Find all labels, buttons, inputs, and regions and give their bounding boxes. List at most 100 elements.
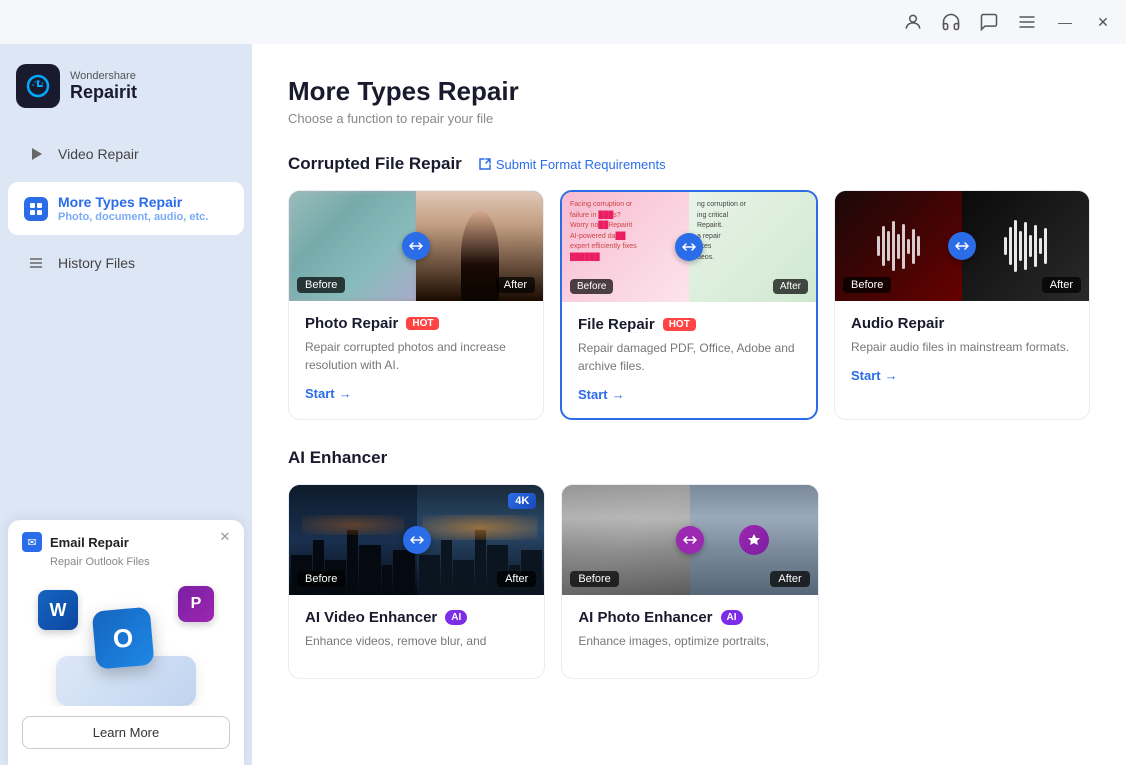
minimize-button[interactable]: — — [1054, 11, 1076, 33]
file-repair-arrow-icon: → — [612, 387, 625, 402]
ai-video-body: AI Video Enhancer AI Enhance videos, rem… — [289, 595, 544, 678]
4k-badge: 4K — [508, 493, 536, 509]
word-icon: W — [38, 590, 78, 630]
powerpoint-icon: P — [178, 586, 214, 622]
ai-photo-enhancer-card[interactable]: Before After — [561, 484, 818, 679]
file-repair-start-link[interactable]: Start → — [578, 387, 800, 402]
audio-repair-desc: Repair audio files in mainstream formats… — [851, 338, 1073, 356]
ai-photo-thumb: Before After — [562, 485, 817, 595]
learn-more-button[interactable]: Learn More — [22, 716, 230, 749]
audio-after: After — [962, 191, 1089, 301]
section-header-corrupted: Corrupted File Repair Submit Format Requ… — [288, 154, 1090, 174]
before-label: Before — [297, 277, 345, 293]
audio-repair-card[interactable]: Before — [834, 190, 1090, 420]
section-title-ai: AI Enhancer — [288, 448, 387, 468]
photo-repair-divider-icon — [402, 232, 430, 260]
sidebar-item-label: History Files — [58, 255, 135, 271]
ai-photo-body: AI Photo Enhancer AI Enhance images, opt… — [562, 595, 817, 678]
repair-cards-row: Before After — [288, 190, 1090, 420]
section-title-corrupted: Corrupted File Repair — [288, 154, 462, 174]
ai-photo-divider-icon — [676, 526, 704, 554]
ai-video-enhancer-card[interactable]: Before — [288, 484, 545, 679]
menu-icon[interactable] — [1016, 11, 1038, 33]
photo-repair-desc: Repair corrupted photos and increase res… — [305, 338, 527, 374]
promo-close-button[interactable]: ✕ — [216, 528, 234, 546]
ai-video-badge: AI — [445, 610, 467, 625]
audio-repair-start-link[interactable]: Start → — [851, 368, 1073, 383]
sidebar-item-label: Video Repair — [58, 146, 139, 162]
ai-video-thumb: Before — [289, 485, 544, 595]
ai-photo-title: AI Photo Enhancer — [578, 609, 712, 626]
history-files-icon — [24, 251, 48, 275]
file-repair-title: File Repair — [578, 316, 655, 333]
promo-title: Email Repair — [50, 535, 129, 550]
audio-repair-divider-icon — [948, 232, 976, 260]
ai-photo-badge: AI — [721, 610, 743, 625]
promo-card: ✕ ✉ Email Repair Repair Outlook Files O … — [8, 520, 244, 765]
photo-enhancer-after: After — [690, 485, 818, 595]
page-title: More Types Repair — [288, 76, 1090, 107]
chat-icon[interactable] — [978, 11, 1000, 33]
photo-repair-body: Photo Repair HOT Repair corrupted photos… — [289, 301, 543, 417]
app-body: Wondershare Repairit Video Repair — [0, 44, 1126, 765]
outlook-icon: O — [92, 607, 155, 670]
photo-repair-badge: HOT — [406, 317, 439, 330]
promo-sub: Repair Outlook Files — [22, 556, 230, 568]
audio-repair-title: Audio Repair — [851, 315, 944, 332]
file-repair-start-label: Start — [578, 387, 608, 402]
file-repair-desc: Repair damaged PDF, Office, Adobe and ar… — [578, 339, 800, 375]
after-label: After — [496, 277, 535, 293]
file-before: Facing corruption or failure in ███s? Wo… — [562, 192, 689, 302]
close-button[interactable]: ✕ — [1092, 11, 1114, 33]
submit-format-label: Submit Format Requirements — [496, 157, 666, 172]
promo-image: O W P — [22, 576, 230, 706]
video-before: Before — [289, 485, 417, 595]
ai-video-divider-icon — [403, 526, 431, 554]
file-repair-thumb: Facing corruption or failure in ███s? Wo… — [562, 192, 816, 302]
file-repair-card[interactable]: Facing corruption or failure in ███s? Wo… — [560, 190, 818, 420]
photo-before: Before — [289, 191, 416, 301]
file-repair-badge: HOT — [663, 318, 696, 331]
photo-repair-start-label: Start — [305, 386, 335, 401]
external-link-icon — [478, 157, 492, 171]
photo-repair-card[interactable]: Before After — [288, 190, 544, 420]
email-repair-icon: ✉ — [22, 532, 42, 552]
photo-after: After — [416, 191, 543, 301]
photo-enhancer-before: Before — [562, 485, 690, 595]
account-icon[interactable] — [902, 11, 924, 33]
sidebar-item-history-files[interactable]: History Files — [8, 239, 244, 287]
logo-name: Repairit — [70, 82, 137, 103]
video-repair-icon — [24, 142, 48, 166]
file-repair-divider-icon — [675, 233, 703, 261]
audio-before: Before — [835, 191, 962, 301]
logo-area: Wondershare Repairit — [0, 56, 252, 128]
sidebar-item-label: More Types Repair — [58, 194, 208, 210]
empty-col — [835, 484, 1090, 679]
submit-format-link[interactable]: Submit Format Requirements — [478, 157, 666, 172]
page-subtitle: Choose a function to repair your file — [288, 111, 1090, 126]
audio-before-label: Before — [843, 277, 891, 293]
app-logo-icon — [16, 64, 60, 108]
logo-text: Wondershare Repairit — [70, 70, 137, 103]
sidebar-item-video-repair[interactable]: Video Repair — [8, 130, 244, 178]
photo-repair-thumb: Before After — [289, 191, 543, 301]
ai-photo-center-icon — [739, 525, 769, 555]
photo-repair-arrow-icon: → — [339, 386, 352, 401]
audio-repair-arrow-icon: → — [885, 368, 898, 383]
photo-repair-title: Photo Repair — [305, 315, 398, 332]
audio-repair-start-label: Start — [851, 368, 881, 383]
sidebar-item-sub: Photo, document, audio, etc. — [58, 211, 208, 223]
titlebar: — ✕ — [0, 0, 1126, 44]
audio-after-label: After — [1042, 277, 1081, 293]
sidebar-item-more-types-repair[interactable]: More Types Repair Photo, document, audio… — [8, 182, 244, 235]
file-after: ng corruption or ing critical Repairit. … — [689, 192, 816, 302]
photo-repair-start-link[interactable]: Start → — [305, 386, 527, 401]
logo-brand: Wondershare — [70, 70, 137, 82]
ai-cards-row: Before — [288, 484, 1090, 679]
audio-repair-body: Audio Repair Repair audio files in mains… — [835, 301, 1089, 399]
sidebar: Wondershare Repairit Video Repair — [0, 44, 252, 765]
more-types-icon — [24, 197, 48, 221]
headset-icon[interactable] — [940, 11, 962, 33]
ai-video-title: AI Video Enhancer — [305, 609, 437, 626]
audio-repair-thumb: Before — [835, 191, 1089, 301]
